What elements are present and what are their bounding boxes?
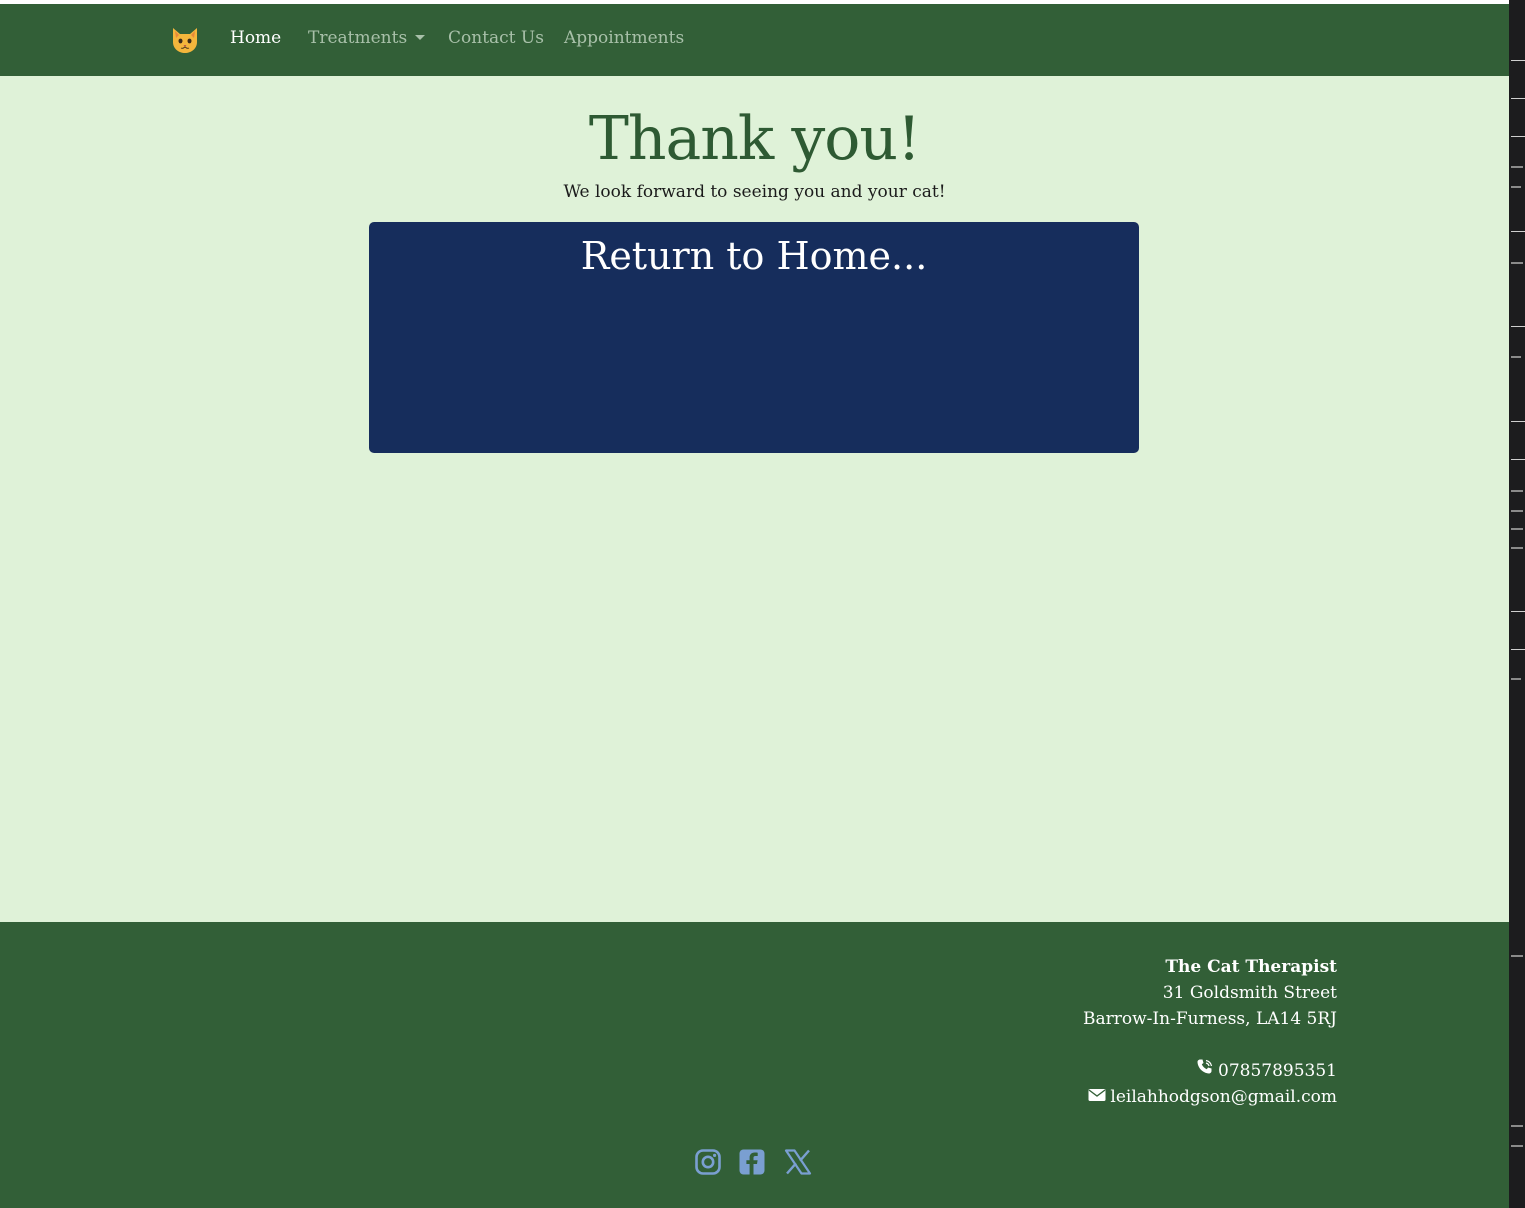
phone-icon bbox=[1196, 1058, 1214, 1084]
envelope-icon bbox=[1088, 1084, 1106, 1110]
return-home-label: Return to Home... bbox=[580, 234, 928, 278]
devtools-panel-edge bbox=[1509, 0, 1525, 1208]
footer-address: The Cat Therapist 31 Goldsmith Street Ba… bbox=[1083, 954, 1337, 1110]
x-twitter-icon[interactable] bbox=[784, 1148, 814, 1178]
footer: The Cat Therapist 31 Goldsmith Street Ba… bbox=[0, 922, 1509, 1208]
chevron-down-icon bbox=[415, 35, 426, 40]
nav-appointments[interactable]: Appointments bbox=[564, 28, 684, 48]
nav-treatments-dropdown[interactable]: Treatments bbox=[308, 28, 426, 48]
phone-row[interactable]: 07857895351 bbox=[1083, 1058, 1337, 1084]
nav-treatments-label: Treatments bbox=[308, 28, 408, 48]
phone-number: 07857895351 bbox=[1218, 1061, 1337, 1081]
address-line-1: 31 Goldsmith Street bbox=[1162, 983, 1337, 1003]
facebook-icon[interactable] bbox=[738, 1148, 768, 1178]
nav-home[interactable]: Home bbox=[230, 28, 281, 48]
email-address: leilahhodgson@gmail.com bbox=[1110, 1087, 1337, 1107]
return-home-button[interactable]: Return to Home... bbox=[369, 222, 1139, 453]
instagram-icon[interactable] bbox=[694, 1148, 724, 1178]
cat-face-icon[interactable] bbox=[170, 25, 200, 55]
business-name: The Cat Therapist bbox=[1165, 957, 1337, 977]
main-content: Thank you! We look forward to seeing you… bbox=[0, 76, 1509, 922]
navbar: Home Treatments Contact Us Appointments bbox=[0, 4, 1509, 76]
address-line-2: Barrow-In-Furness, LA14 5RJ bbox=[1083, 1009, 1337, 1029]
email-row[interactable]: leilahhodgson@gmail.com bbox=[1083, 1084, 1337, 1110]
nav-contact-us[interactable]: Contact Us bbox=[448, 28, 544, 48]
page-subtitle: We look forward to seeing you and your c… bbox=[563, 182, 946, 202]
page-title: Thank you! bbox=[588, 104, 921, 174]
